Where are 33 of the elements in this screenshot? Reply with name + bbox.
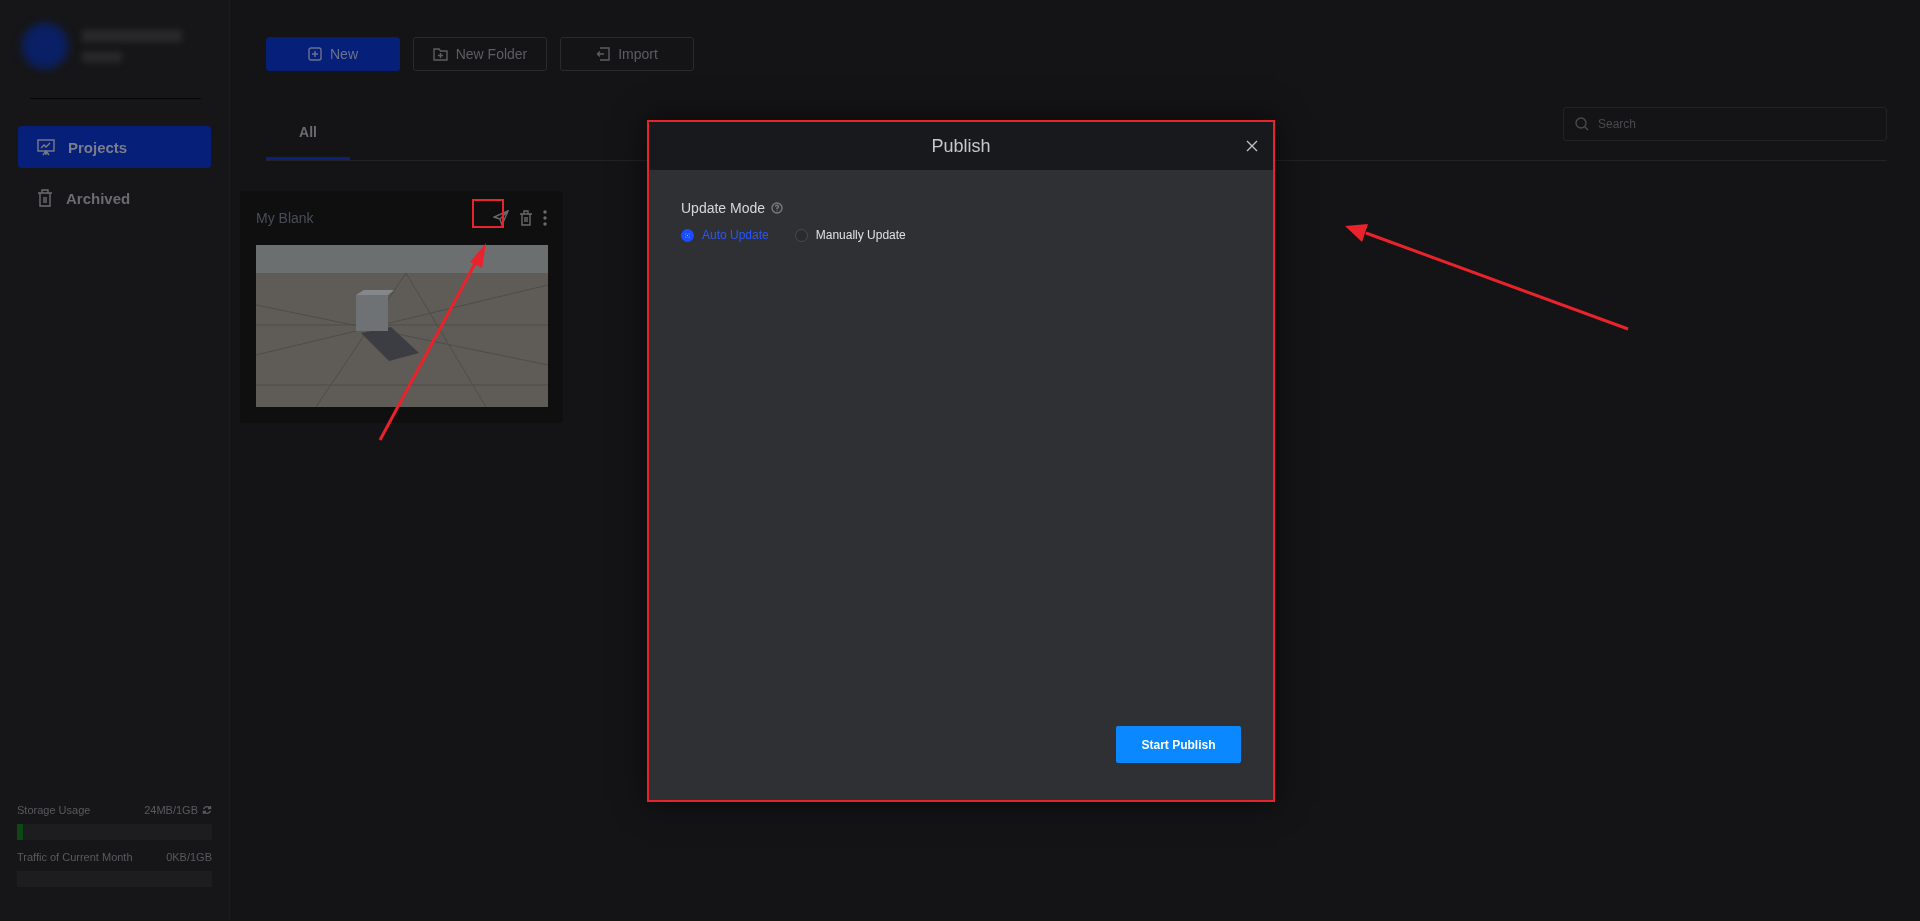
- meter-label: Storage Usage: [17, 804, 91, 816]
- refresh-icon: [202, 805, 212, 815]
- toolbar-button[interactable]: Import: [560, 37, 694, 71]
- search-icon: [1575, 117, 1589, 131]
- close-icon[interactable]: [1246, 140, 1258, 152]
- option-label[interactable]: Auto Update: [702, 228, 769, 242]
- search-field[interactable]: Search: [1563, 107, 1887, 141]
- plus-square-icon: [308, 47, 322, 61]
- toolbar-button[interactable]: New Folder: [413, 37, 547, 71]
- user-avatar: [22, 23, 68, 69]
- send-icon[interactable]: [493, 210, 509, 226]
- presentation-chart-icon: [36, 137, 56, 157]
- help-icon: [771, 202, 784, 214]
- sidebar-item[interactable]: Projects: [18, 126, 211, 168]
- meter-reading: 0KB/1GB: [166, 851, 212, 863]
- start-publish-button[interactable]: Start Publish: [1116, 726, 1241, 763]
- more-icon[interactable]: [543, 210, 547, 226]
- dialog-title: Publish: [931, 135, 991, 157]
- meter-reading: 24MB/1GB: [144, 804, 198, 816]
- project-title: My Blank: [256, 210, 314, 226]
- toolbar-button[interactable]: New: [266, 37, 400, 71]
- radio-button[interactable]: [681, 228, 694, 242]
- highlight-box: [472, 199, 504, 228]
- sidebar-item[interactable]: Archived: [18, 177, 211, 219]
- import-icon: [596, 47, 611, 61]
- tab[interactable]: All: [266, 106, 350, 160]
- radio-button[interactable]: [794, 228, 808, 242]
- trash-icon: [36, 188, 54, 208]
- field-label: Update Mode: [681, 200, 766, 216]
- folder-plus-icon: [432, 47, 448, 61]
- meter-label: Traffic of Current Month: [17, 851, 133, 863]
- option-label[interactable]: Manually Update: [815, 228, 906, 242]
- trash-icon[interactable]: [519, 210, 533, 226]
